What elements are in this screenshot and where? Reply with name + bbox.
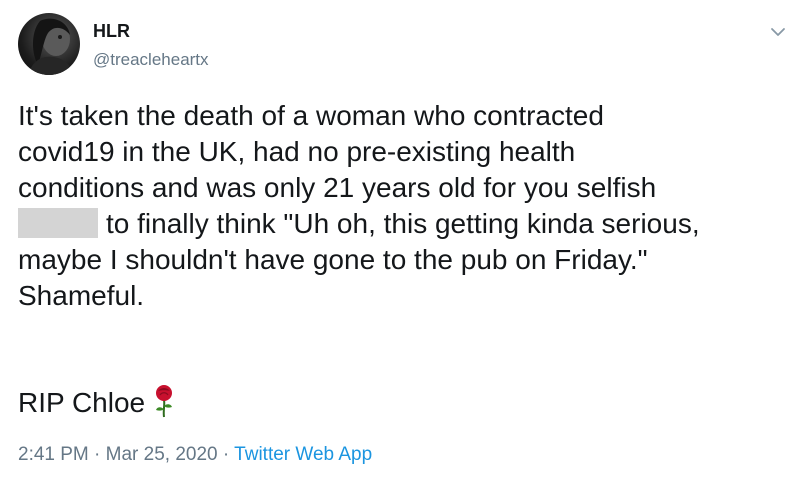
tweet-text-line-redacted: to finally think "Uh oh, this getting ki… bbox=[18, 206, 788, 242]
rose-emoji-icon bbox=[153, 384, 175, 427]
chevron-down-icon[interactable] bbox=[770, 24, 786, 40]
tweet-text-line: maybe I shouldn't have gone to the pub o… bbox=[18, 244, 648, 275]
meta-separator: · bbox=[222, 444, 230, 465]
tweet-card: HLR @treacleheartx It's taken the death … bbox=[0, 0, 800, 477]
user-handle[interactable]: @treacleheartx bbox=[93, 50, 209, 70]
avatar[interactable] bbox=[18, 13, 80, 75]
tweet-meta: 2:41 PM · Mar 25, 2020 · Twitter Web App bbox=[18, 444, 372, 466]
tweet-time[interactable]: 2:41 PM bbox=[18, 444, 89, 465]
display-name[interactable]: HLR bbox=[93, 21, 130, 42]
redaction-block bbox=[18, 208, 98, 238]
sign-off-text: RIP Chloe bbox=[18, 387, 146, 418]
sign-off: RIP Chloe bbox=[18, 384, 175, 427]
tweet-text-line: conditions and was only 21 years old for… bbox=[18, 172, 657, 203]
tweet-text-line: It's taken the death of a woman who cont… bbox=[18, 100, 604, 131]
tweet-text: It's taken the death of a woman who cont… bbox=[18, 98, 788, 314]
meta-separator: · bbox=[94, 444, 101, 465]
tweet-date[interactable]: Mar 25, 2020 bbox=[106, 444, 218, 465]
tweet-text-line: Shameful. bbox=[18, 280, 145, 311]
tweet-source-link[interactable]: Twitter Web App bbox=[234, 444, 372, 465]
avatar-image bbox=[28, 18, 74, 75]
tweet-text-line: covid19 in the UK, had no pre-existing h… bbox=[18, 136, 576, 167]
tweet-text-line: to finally think "Uh oh, this getting ki… bbox=[106, 208, 700, 239]
